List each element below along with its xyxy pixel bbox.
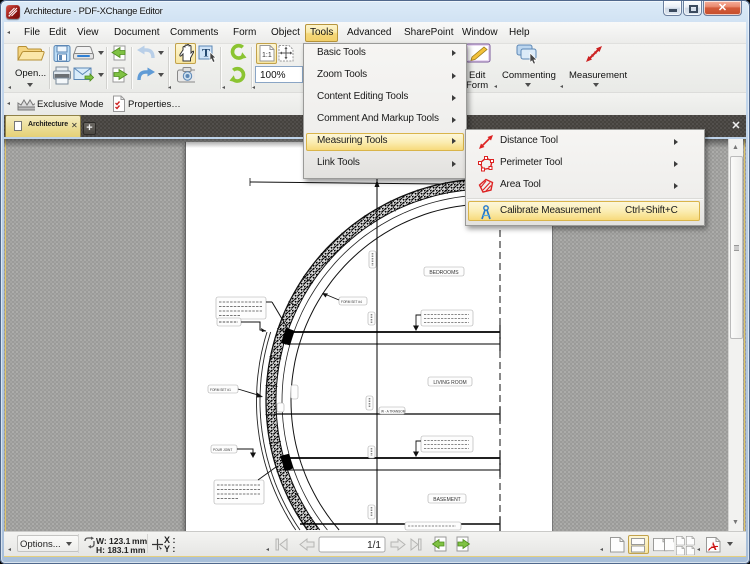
svg-text:FORM SET #4: FORM SET #4 <box>341 300 362 304</box>
svg-text:BASEMENT: BASEMENT <box>433 497 461 503</box>
svg-text:LIVING ROOM: LIVING ROOM <box>433 380 466 386</box>
svg-text:POUR JOINT: POUR JOINT <box>213 448 232 452</box>
svg-text:T: T <box>202 46 210 60</box>
svg-text:1:1: 1:1 <box>262 52 272 59</box>
svg-text:BEDROOMS: BEDROOMS <box>429 270 459 276</box>
svg-text:W - A TRANSOM: W - A TRANSOM <box>381 410 406 414</box>
svg-text:FORM SET #1: FORM SET #1 <box>210 388 231 392</box>
svg-text:1/1: 1/1 <box>367 540 381 551</box>
